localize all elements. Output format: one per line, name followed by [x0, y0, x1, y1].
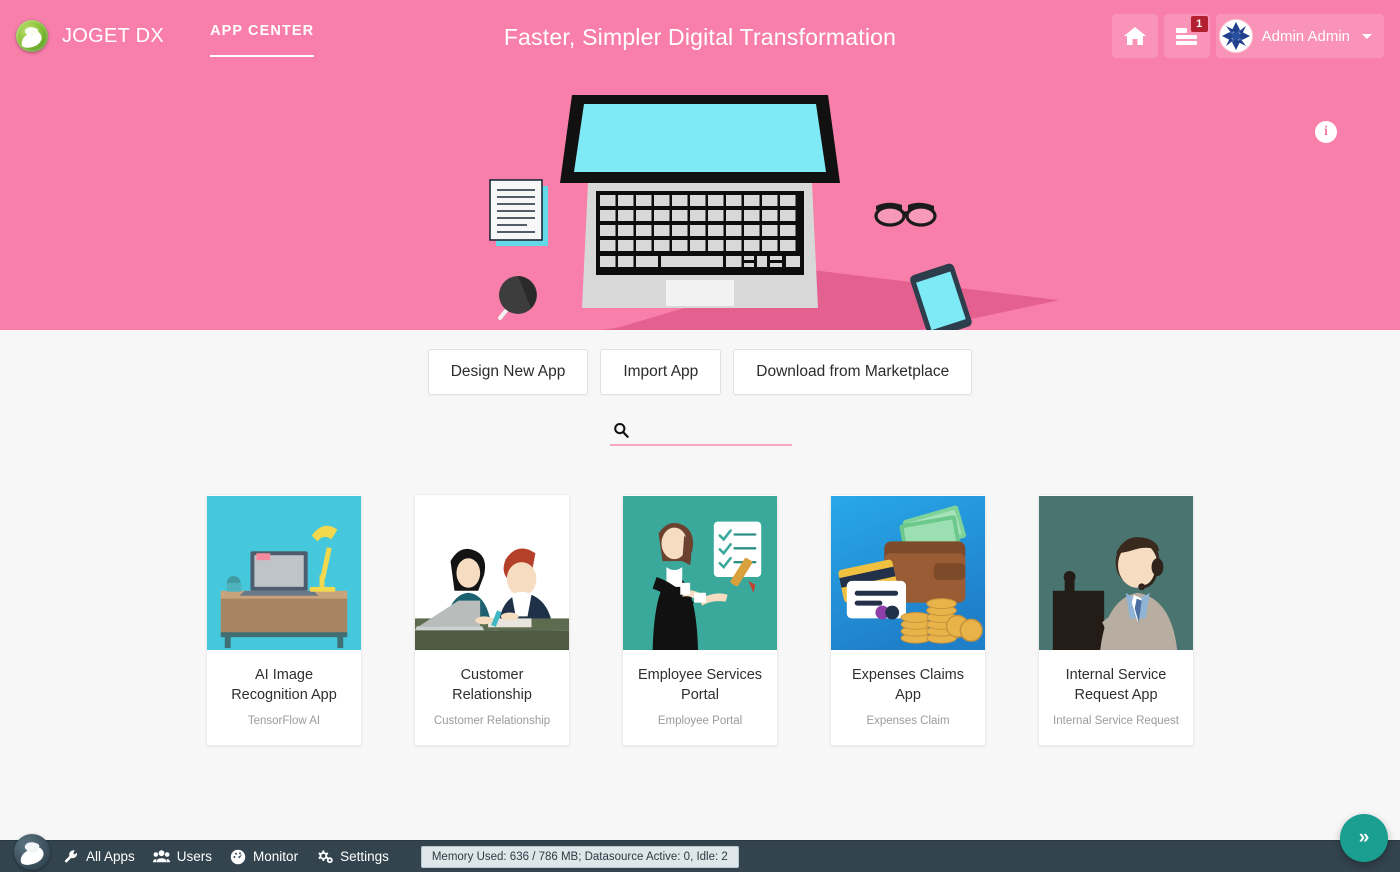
app-card-body: AI Image Recognition App TensorFlow AI — [207, 651, 361, 745]
app-card[interactable]: Employee Services Portal Employee Portal — [622, 494, 778, 746]
footer-all-apps[interactable]: All Apps — [64, 849, 135, 864]
home-icon — [1123, 25, 1147, 47]
import-app-button[interactable]: Import App — [600, 349, 722, 395]
app-card-subtitle: TensorFlow AI — [247, 715, 321, 727]
app-card-subtitle: Customer Relationship — [433, 715, 551, 727]
design-new-app-button[interactable]: Design New App — [427, 349, 589, 395]
footer-nav-label: Monitor — [253, 849, 299, 864]
brand-name: JOGET DX — [62, 24, 165, 47]
hero-banner: JOGET DX APP CENTER Faster, Simpler Digi… — [0, 0, 1400, 330]
search-input[interactable] — [637, 417, 818, 443]
nav-tabs: APP CENTER — [210, 23, 315, 57]
app-card-title: Internal Service Request App — [1065, 667, 1167, 703]
user-menu[interactable]: Admin Admin — [1215, 14, 1384, 58]
search-icon — [613, 422, 629, 438]
app-card-title: Employee Services Portal — [637, 667, 763, 703]
gears-icon — [316, 849, 333, 865]
app-card-body: Customer Relationship Customer Relations… — [415, 651, 569, 745]
top-bar-right: 1 Admin Admin — [1111, 14, 1384, 58]
app-grid: AI Image Recognition App TensorFlow AI C… — [0, 494, 1400, 746]
footer-nav-label: All Apps — [86, 849, 135, 864]
joget-leaf-logo-icon[interactable] — [14, 834, 50, 870]
app-card-title: Customer Relationship — [452, 667, 532, 703]
footer-nav-label: Settings — [340, 849, 389, 864]
memory-status: Memory Used: 636 / 786 MB; Datasource Ac… — [420, 845, 739, 868]
app-card-body: Employee Services Portal Employee Portal — [623, 651, 777, 745]
footer-users[interactable]: Users — [152, 849, 213, 864]
users-icon — [152, 849, 170, 864]
app-card-title: AI Image Recognition App — [231, 667, 337, 703]
top-bar: JOGET DX APP CENTER Faster, Simpler Digi… — [0, 0, 1400, 72]
two-people-meeting-illustration — [415, 496, 569, 650]
chevron-down-icon — [1362, 33, 1372, 39]
brand[interactable]: JOGET DX — [16, 20, 164, 52]
desk-lamp-laptop-illustration — [207, 496, 361, 650]
tab-active-underline — [210, 55, 315, 57]
tab-app-center[interactable]: APP CENTER — [210, 23, 314, 49]
notifications-button[interactable]: 1 — [1163, 14, 1210, 58]
footer-nav-label: Users — [176, 849, 213, 864]
user-name: Admin Admin — [1261, 27, 1350, 45]
gauge-icon — [230, 849, 246, 865]
app-card-subtitle: Internal Service Request — [1053, 715, 1179, 727]
app-card-body: Expenses Claims App Expenses Claim — [831, 651, 985, 745]
footer-settings[interactable]: Settings — [316, 849, 389, 865]
home-button[interactable] — [1111, 14, 1158, 58]
app-card[interactable]: Expenses Claims App Expenses Claim — [830, 494, 986, 746]
app-card-title: Expenses Claims App — [851, 667, 964, 703]
info-circle-icon[interactable]: i — [1315, 121, 1337, 143]
footer-monitor[interactable]: Monitor — [230, 849, 298, 865]
app-card[interactable]: AI Image Recognition App TensorFlow AI — [206, 494, 362, 746]
footer-nav: All Apps Users Monitor Settings Memory U… — [64, 845, 739, 868]
download-from-marketplace-button[interactable]: Download from Marketplace — [733, 349, 973, 395]
action-buttons: Design New App Import App Download from … — [0, 349, 1400, 395]
search-field[interactable] — [610, 416, 818, 446]
app-card-body: Internal Service Request App Internal Se… — [1039, 651, 1193, 745]
businesswoman-checklist-illustration — [623, 496, 777, 650]
wallet-money-coins-illustration — [831, 496, 985, 650]
joget-leaf-logo-icon — [16, 20, 48, 52]
app-card[interactable]: Internal Service Request App Internal Se… — [1038, 494, 1194, 746]
avatar — [1219, 20, 1252, 52]
expand-panel-button[interactable]: » — [1340, 814, 1388, 862]
wrench-icon — [64, 849, 79, 864]
app-card-subtitle: Employee Portal — [657, 715, 743, 727]
call-center-agent-illustration — [1039, 496, 1193, 650]
app-card[interactable]: Customer Relationship Customer Relations… — [414, 494, 570, 746]
app-center-page: JOGET DX APP CENTER Faster, Simpler Digi… — [0, 0, 1400, 872]
notification-badge: 1 — [1190, 16, 1208, 32]
footer-status-bar: All Apps Users Monitor Settings Memory U… — [0, 834, 1400, 872]
app-card-subtitle: Expenses Claim — [866, 715, 950, 727]
